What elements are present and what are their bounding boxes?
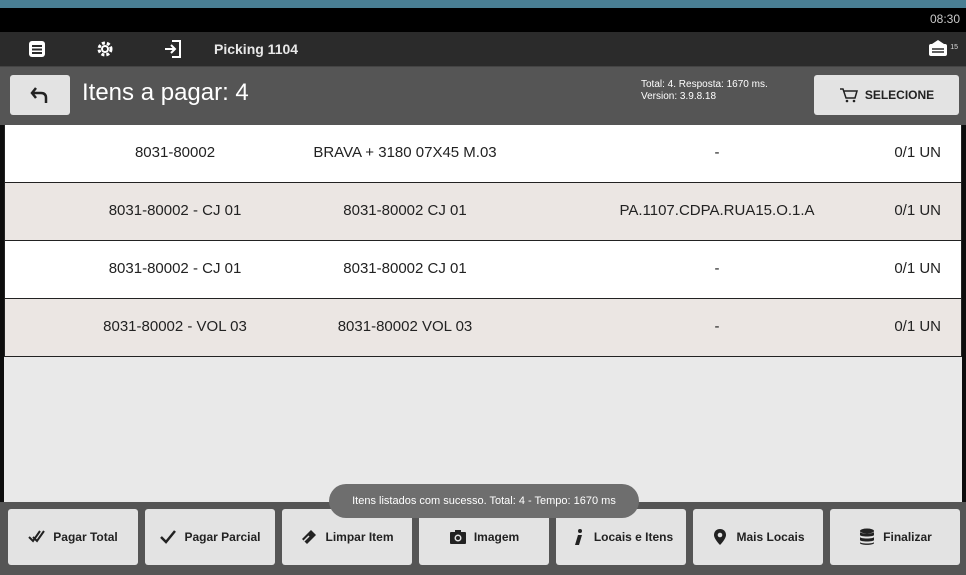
item-qty: 0/1 UN	[894, 318, 941, 335]
pagar-parcial-button[interactable]: Pagar Parcial	[145, 509, 275, 565]
item-description: 8031-80002 VOL 03	[337, 318, 473, 335]
database-icon	[858, 528, 876, 546]
pagar-parcial-label: Pagar Parcial	[184, 530, 261, 544]
envelope-icon	[929, 40, 947, 56]
item-code: 8031-80002 - CJ 01	[108, 202, 242, 219]
double-check-icon	[28, 528, 46, 546]
eraser-icon	[300, 528, 318, 546]
mais-locais-button[interactable]: Mais Locais	[693, 509, 823, 565]
item-qty: 0/1 UN	[894, 260, 941, 277]
login-icon[interactable]	[162, 38, 184, 60]
mais-locais-label: Mais Locais	[736, 530, 805, 544]
list-header: Itens a pagar: 4 Total: 4. Resposta: 167…	[0, 67, 966, 125]
locais-itens-label: Locais e Itens	[593, 530, 674, 544]
status-time: 08:30	[929, 12, 960, 26]
camera-icon	[449, 528, 467, 546]
item-code: 8031-80002 - CJ 01	[108, 260, 242, 277]
toast-message: Itens listados com sucesso. Total: 4 - T…	[329, 484, 639, 518]
menu-icon[interactable]	[26, 38, 48, 60]
item-location: -	[714, 144, 720, 161]
status-bar: 08:30	[0, 8, 966, 32]
select-label: SELECIONE	[864, 88, 935, 102]
info-icon	[569, 528, 587, 546]
item-description: 8031-80002 CJ 01	[343, 202, 467, 219]
item-code: 8031-80002	[134, 144, 216, 161]
info-version: Version: 3.9.8.18	[641, 91, 717, 102]
item-description: 8031-80002 CJ 01	[343, 260, 467, 277]
undo-icon	[30, 87, 48, 103]
list-empty-area	[4, 357, 962, 502]
settings-icon[interactable]	[94, 38, 116, 60]
item-code: 8031-80002 - VOL 03	[103, 318, 247, 335]
limpar-item-label: Limpar Item	[325, 530, 394, 544]
item-location: -	[714, 260, 720, 277]
item-location: -	[714, 318, 720, 335]
finalizar-button[interactable]: Finalizar	[830, 509, 960, 565]
item-list: 8031-80002 BRAVA + 3180 07X45 M.03 - 0/1…	[4, 125, 962, 357]
check-icon	[159, 528, 177, 546]
info-text: Total: 4. Resposta: 1670 ms. Version: 3.…	[641, 79, 768, 103]
item-qty: 0/1 UN	[894, 202, 941, 219]
table-row[interactable]: 8031-80002 BRAVA + 3180 07X45 M.03 - 0/1…	[4, 125, 962, 183]
pagar-total-button[interactable]: Pagar Total	[8, 509, 138, 565]
messages-button[interactable]: 15	[928, 38, 958, 60]
imagem-label: Imagem	[473, 530, 520, 544]
items-title: Itens a pagar: 4	[82, 79, 249, 106]
cart-icon	[839, 88, 858, 103]
system-strip	[0, 0, 966, 8]
page-title: Picking 1104	[214, 41, 299, 57]
message-count: 15	[950, 44, 958, 51]
info-response: Total: 4. Resposta: 1670 ms.	[641, 79, 768, 90]
table-row[interactable]: 8031-80002 - CJ 01 8031-80002 CJ 01 - 0/…	[4, 241, 962, 299]
table-row[interactable]: 8031-80002 - CJ 01 8031-80002 CJ 01 PA.1…	[4, 183, 962, 241]
action-bar: Picking 1104 15	[0, 32, 966, 67]
finalizar-label: Finalizar	[883, 530, 932, 544]
map-pin-icon	[711, 528, 729, 546]
back-button[interactable]	[10, 75, 70, 115]
item-qty: 0/1 UN	[894, 144, 941, 161]
pagar-total-label: Pagar Total	[53, 530, 118, 544]
item-description: BRAVA + 3180 07X45 M.03	[313, 144, 497, 161]
item-location: PA.1107.CDPA.RUA15.O.1.A	[619, 202, 815, 219]
select-button[interactable]: SELECIONE	[814, 75, 959, 115]
table-row[interactable]: 8031-80002 - VOL 03 8031-80002 VOL 03 - …	[4, 299, 962, 357]
